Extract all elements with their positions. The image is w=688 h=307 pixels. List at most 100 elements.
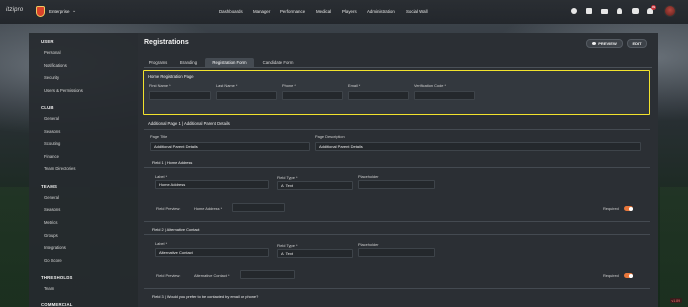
- phone-label: Phone *: [282, 83, 296, 88]
- brand-logo[interactable]: itzipro: [6, 7, 23, 13]
- sidebar-item-finance[interactable]: Finance: [44, 154, 59, 159]
- sidebar-item-scouting[interactable]: Scouting: [44, 141, 60, 146]
- field1-label-label: Label *: [155, 174, 168, 179]
- field3-title: Field 3 | Would you prefer to be contact…: [152, 294, 259, 299]
- nav-social-wall[interactable]: Social Wall: [406, 9, 428, 14]
- field2-placeholder-input[interactable]: [358, 248, 435, 257]
- main-panel: Registrations PREVIEW EDIT Programs Bran…: [138, 33, 658, 307]
- field2-required-label: Required: [603, 273, 619, 278]
- sidebar-item-personal[interactable]: Personal: [44, 50, 61, 55]
- tab-branding[interactable]: Branding: [175, 58, 202, 67]
- sidebar-item-users-permissions[interactable]: Users & Permissions: [44, 88, 83, 93]
- version-badge: v1.89: [670, 298, 682, 303]
- nav-players[interactable]: Players: [342, 9, 357, 14]
- field2-type-select[interactable]: A Text: [277, 249, 353, 258]
- tab-divider: [144, 67, 652, 68]
- top-navigation-bar: itzipro Enterprise ⌄ Dashboards Manager …: [0, 0, 688, 24]
- sidebar-item-groups[interactable]: Groups: [44, 233, 58, 238]
- nav-dashboards[interactable]: Dashboards: [219, 9, 243, 14]
- sidebar-item-club-seasons[interactable]: Seasons: [44, 129, 60, 134]
- club-crest-icon: [36, 6, 45, 17]
- text-type-icon: A: [281, 251, 284, 256]
- field1-placeholder-input[interactable]: [358, 180, 435, 189]
- avatar[interactable]: [664, 5, 676, 17]
- field2-label-input[interactable]: Alternative Contact: [155, 248, 269, 257]
- field1-preview-field-label: Home Address *: [194, 206, 223, 211]
- nav-administration[interactable]: Administration: [367, 9, 395, 14]
- edit-button-label: EDIT: [632, 41, 642, 46]
- home-registration-title: Home Registration Page: [148, 74, 194, 79]
- edit-button[interactable]: EDIT: [627, 39, 647, 48]
- field2-top-divider: [144, 221, 650, 222]
- chevron-down-icon[interactable]: ⌄: [72, 8, 76, 14]
- email-field[interactable]: [348, 91, 409, 100]
- nav-manager[interactable]: Manager: [253, 9, 270, 14]
- tab-registration-form[interactable]: Registration Form: [205, 58, 254, 67]
- field2-title: Field 2 | Alternative Contact: [152, 227, 200, 232]
- tab-programs[interactable]: Programs: [144, 58, 172, 67]
- calendar-icon[interactable]: [586, 8, 592, 14]
- last-name-field[interactable]: [216, 91, 277, 100]
- field2-required-toggle[interactable]: [624, 273, 633, 278]
- sidebar-item-go-score[interactable]: Go Score: [44, 258, 62, 263]
- text-type-icon: A: [281, 183, 284, 188]
- field1-title: Field 1 | Home Address: [152, 160, 193, 165]
- page-title-input[interactable]: Additional Parent Details: [150, 142, 310, 151]
- section-divider: [144, 129, 650, 130]
- home-registration-section: Home Registration Page First Name * Last…: [143, 70, 650, 115]
- club-selector-label[interactable]: Enterprise: [49, 9, 70, 14]
- first-name-field[interactable]: [149, 91, 211, 100]
- first-name-label: First Name *: [149, 83, 171, 88]
- sidebar-heading-user: USER: [41, 39, 54, 44]
- sidebar-item-teams-seasons[interactable]: Seasons: [44, 207, 60, 212]
- sidebar-item-notifications[interactable]: Notifications: [44, 63, 67, 68]
- field1-type-select[interactable]: A Text: [277, 181, 353, 190]
- nav-medical[interactable]: Medical: [316, 9, 331, 14]
- field1-label-input[interactable]: Home Address: [155, 180, 269, 189]
- sidebar-item-metrics[interactable]: Metrics: [44, 220, 58, 225]
- help-icon[interactable]: [571, 8, 577, 14]
- sidebar-item-club-general[interactable]: General: [44, 116, 59, 121]
- sidebar-item-teams-general[interactable]: General: [44, 195, 59, 200]
- sidebar-item-team[interactable]: Team: [44, 286, 54, 291]
- preview-button[interactable]: PREVIEW: [586, 39, 623, 48]
- field2-label-label: Label *: [155, 241, 168, 246]
- field1-type-label: Field Type *: [277, 175, 298, 180]
- page-description-label: Page Description: [315, 134, 345, 139]
- page-title: Registrations: [144, 39, 189, 46]
- folder-icon[interactable]: [601, 9, 608, 14]
- nav-performance[interactable]: Performance: [280, 9, 305, 14]
- sidebar-item-team-directories[interactable]: Team Directories: [44, 166, 75, 171]
- field1-required-toggle[interactable]: [624, 206, 633, 211]
- sidebar-item-integrations[interactable]: Integrations: [44, 245, 66, 250]
- sidebar-heading-teams: TEAMS: [41, 184, 58, 189]
- email-label: Email *: [348, 83, 361, 88]
- verification-code-field[interactable]: [414, 91, 475, 100]
- page-title-label: Page Title: [150, 134, 168, 139]
- sidebar-item-security[interactable]: Security: [44, 75, 59, 80]
- tab-candidate-form[interactable]: Candidate Form: [257, 58, 299, 67]
- eye-icon: [592, 42, 597, 45]
- field1-placeholder-label: Placeholder: [358, 174, 379, 179]
- field1-preview-label: Field Preview:: [156, 206, 181, 211]
- preview-button-label: PREVIEW: [598, 41, 617, 46]
- field2-preview-input[interactable]: [240, 270, 295, 279]
- sidebar-heading-club: CLUB: [41, 105, 54, 110]
- page-description-input[interactable]: Additional Parent Details: [315, 142, 641, 151]
- field2-placeholder-label: Placeholder: [358, 242, 379, 247]
- sidebar-heading-thresholds: THRESHOLDS: [41, 275, 73, 280]
- additional-page-title: Additional Page 1 | Additional Parent De…: [148, 121, 230, 126]
- field1-preview-input[interactable]: [232, 203, 285, 212]
- field1-divider: [144, 167, 650, 168]
- chat-icon[interactable]: [632, 8, 639, 14]
- field1-required-label: Required: [603, 206, 619, 211]
- user-icon[interactable]: [617, 8, 622, 14]
- phone-field[interactable]: [282, 91, 343, 100]
- notification-badge: 99: [651, 5, 656, 10]
- field2-preview-label: Field Preview:: [156, 273, 181, 278]
- sidebar-heading-commercial: COMMERCIAL: [41, 302, 73, 307]
- verification-code-label: Verification Code *: [414, 83, 447, 88]
- settings-sidebar: USER Personal Notifications Security Use…: [29, 33, 138, 307]
- field2-divider: [144, 234, 650, 235]
- field2-preview-field-label: Alternative Contact *: [194, 273, 230, 278]
